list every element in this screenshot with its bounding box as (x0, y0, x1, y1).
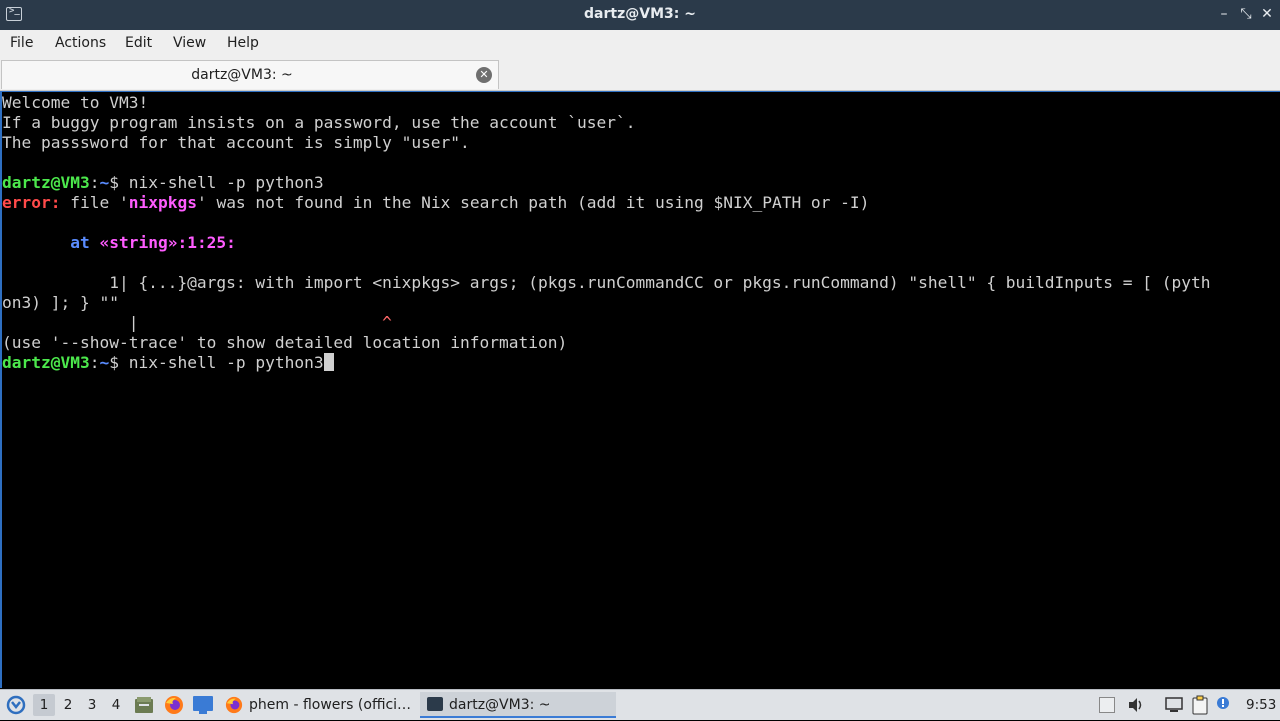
prompt-line: dartz@VM3:~$ nix-shell -p python3 (2, 353, 334, 373)
hint-line: (use '--show-trace' to show detailed loc… (2, 333, 568, 352)
code-line: 1| {...}@args: with import <nixpkgs> arg… (2, 273, 1211, 292)
location-text: «string»:1:25: (99, 233, 236, 252)
window-titlebar: >_ dartz@VM3: ~ – ⤡ ✕ (0, 0, 1280, 30)
error-label: error: (2, 193, 61, 212)
close-window-button[interactable]: ✕ (1258, 5, 1276, 23)
clock[interactable]: 9:53 (1246, 690, 1276, 721)
tab-bar: dartz@VM3: ~ ✕ (0, 57, 1280, 91)
prompt-path: ~ (99, 173, 110, 192)
welcome-line: The passsword for that account is simply… (2, 133, 470, 152)
prompt-path: ~ (99, 353, 110, 372)
command-input[interactable]: nix-shell -p python3 (129, 353, 324, 372)
update-notifier-icon[interactable] (1215, 695, 1231, 715)
task-label: phem - flowers (offici… (249, 697, 412, 713)
menu-view[interactable]: View (173, 35, 206, 51)
prompt-symbol: $ (109, 173, 129, 192)
prompt-user: dartz@VM3 (2, 173, 90, 192)
menu-file[interactable]: File (10, 35, 33, 51)
workspace-4[interactable]: 4 (105, 694, 127, 716)
minimize-button[interactable]: – (1215, 5, 1233, 23)
workspace-3[interactable]: 3 (81, 694, 103, 716)
at-location-line: at «string»:1:25: (2, 233, 236, 253)
command-text: nix-shell -p python3 (128, 173, 324, 192)
text-cursor (323, 353, 334, 371)
task-terminal[interactable]: dartz@VM3: ~ (420, 692, 616, 718)
prompt-colon: : (89, 353, 100, 372)
firefox-icon (225, 696, 243, 714)
prompt-symbol: $ (109, 353, 129, 372)
tab-label: dartz@VM3: ~ (191, 67, 293, 83)
menu-bar: File Actions Edit View Help (0, 30, 1280, 57)
task-browser[interactable]: phem - flowers (offici… (222, 692, 414, 718)
file-manager-icon[interactable] (135, 697, 153, 713)
clipboard-icon[interactable] (1190, 695, 1210, 715)
tab-close-icon[interactable]: ✕ (476, 67, 492, 83)
workspace-1[interactable]: 1 (33, 694, 55, 716)
error-line: error: file 'nixpkgs' was not found in t… (2, 193, 869, 213)
workspace-2[interactable]: 2 (57, 694, 79, 716)
error-marker-line: | ^ (2, 313, 392, 333)
welcome-line: If a buggy program insists on a password… (2, 113, 636, 132)
menu-actions[interactable]: Actions (55, 35, 106, 51)
volume-icon[interactable] (1127, 696, 1145, 714)
at-word: at (70, 233, 100, 252)
error-package: nixpkgs (128, 193, 197, 212)
taskbar: 1 2 3 4 phem - flowers (offici… dartz@VM… (0, 689, 1280, 720)
window-title: dartz@VM3: ~ (584, 6, 696, 22)
prompt-colon: : (89, 173, 100, 192)
prompt-line: dartz@VM3:~$ nix-shell -p python3 (2, 173, 324, 193)
start-menu-icon[interactable] (6, 695, 26, 715)
terminal-output[interactable]: Welcome to VM3! If a buggy program insis… (0, 91, 1280, 688)
error-caret: ^ (382, 313, 392, 332)
menu-edit[interactable]: Edit (125, 35, 152, 51)
show-desktop-icon[interactable] (193, 696, 213, 714)
menu-help[interactable]: Help (227, 35, 259, 51)
code-line: on3) ]; } "" (2, 293, 119, 312)
error-text: file ' (60, 193, 129, 212)
marker-pipe: | (2, 313, 139, 332)
tab-terminal[interactable]: dartz@VM3: ~ ✕ (1, 60, 499, 89)
network-icon[interactable] (1164, 696, 1184, 714)
welcome-line: Welcome to VM3! (2, 93, 149, 112)
terminal-icon (427, 697, 443, 711)
task-label: dartz@VM3: ~ (449, 697, 551, 713)
error-text: ' was not found in the Nix search path (… (196, 193, 870, 212)
firefox-icon[interactable] (164, 695, 184, 715)
marker-gap (138, 313, 382, 332)
tray-expand-icon[interactable] (1099, 697, 1115, 713)
maximize-button[interactable]: ⤡ (1237, 5, 1255, 23)
prompt-user: dartz@VM3 (2, 353, 90, 372)
